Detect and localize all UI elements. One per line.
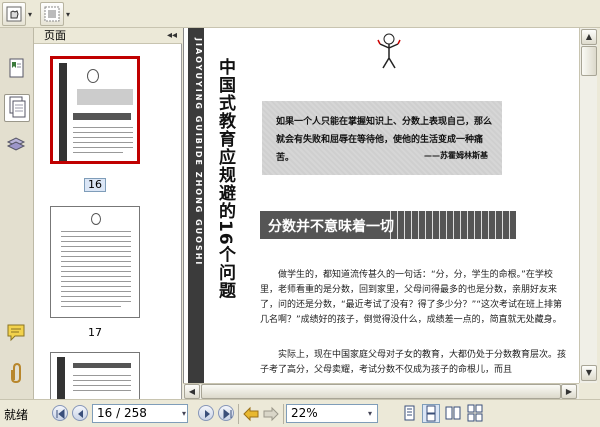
paperclip-icon [11, 362, 21, 384]
hand-tool-dropdown-icon[interactable]: ▾ [28, 10, 32, 19]
page-dropdown-icon[interactable]: ▾ [176, 404, 192, 423]
scroll-down-icon[interactable]: ▼ [581, 365, 597, 381]
forward-arrow-icon [263, 406, 279, 422]
bookmarks-icon [9, 58, 24, 78]
continuous-facing-icon [467, 404, 483, 422]
facing-pages-icon [445, 406, 461, 420]
pages-panel: 页面 ◂◂ 16 17 [34, 28, 182, 412]
hand-icon [6, 6, 22, 22]
toolbar: ▾ ▾ [0, 0, 600, 28]
marquee-icon [44, 6, 60, 22]
back-arrow-icon [243, 406, 259, 422]
separator [238, 404, 239, 424]
quote-line-2: 就会有失败和屈辱在等待他，使他的生活变成一种痛苦。 [276, 135, 484, 163]
separator [283, 404, 284, 424]
last-page-icon [223, 409, 232, 419]
horizontal-scroll-thumb[interactable] [201, 384, 561, 399]
horizontal-scrollbar[interactable]: ◀ ▶ [183, 383, 579, 399]
scroll-right-icon[interactable]: ▶ [561, 384, 577, 399]
pages-button[interactable] [4, 94, 30, 122]
statusbar: 就绪 16 / 258 ▾ 22% ▾ [0, 399, 600, 427]
go-forward-button[interactable] [262, 404, 280, 423]
page-thumbnail-16[interactable] [50, 56, 140, 164]
body-paragraph-1: 做学生的，都知道流传甚久的一句话：“分，分，学生的命根。”在学校里，老师看重的是… [260, 270, 562, 325]
next-page-button[interactable] [198, 405, 214, 421]
previous-page-button[interactable] [72, 405, 88, 421]
continuous-facing-view-button[interactable] [466, 404, 484, 423]
section-heading: 分数并不意味着一切 [268, 219, 394, 235]
hand-tool-button[interactable] [2, 2, 26, 26]
document-page: JIAOYUYING GUIBIDE ZHONG GUOSHI 中国式教育应规避… [184, 28, 579, 383]
body-paragraph-2: 实际上，现在中国家庭父母对子女的教育，大都仍处于分数教育层次。孩子考了高分，父母… [260, 350, 567, 375]
bookmarks-button[interactable] [4, 56, 30, 84]
marquee-tool-dropdown-icon[interactable]: ▾ [66, 10, 70, 19]
navigation-strip [0, 28, 34, 399]
attachments-button[interactable] [4, 360, 30, 388]
scroll-left-icon[interactable]: ◀ [184, 384, 200, 399]
section-heading-pattern [384, 211, 516, 239]
first-page-button[interactable] [52, 405, 68, 421]
cartoon-figure [377, 33, 401, 69]
zoom-dropdown-icon[interactable]: ▾ [362, 404, 378, 423]
first-page-icon [56, 409, 65, 419]
go-back-button[interactable] [242, 404, 260, 423]
single-page-view-button[interactable] [400, 404, 418, 423]
quote-line-1: 如果一个人只能在掌握知识上、分数上表现自己，那么 [276, 117, 493, 127]
page-number-field[interactable]: 16 / 258 [92, 404, 188, 423]
vertical-scroll-thumb[interactable] [581, 46, 597, 76]
single-page-icon [404, 405, 415, 421]
status-text: 就绪 [4, 408, 29, 422]
scrollbar-corner [579, 383, 597, 399]
continuous-page-icon [426, 405, 436, 422]
vertical-scrollbar[interactable]: ▲ ▼ [579, 28, 597, 383]
comment-icon [7, 324, 25, 342]
document-view[interactable]: JIAOYUYING GUIBIDE ZHONG GUOSHI 中国式教育应规避… [183, 28, 579, 383]
previous-page-icon [78, 410, 83, 418]
page-thumbnail-17[interactable] [50, 206, 140, 318]
chapter-english-title: JIAOYUYING GUIBIDE ZHONG GUOSHI [194, 38, 203, 267]
panel-header: 页面 [34, 28, 182, 44]
layers-icon [6, 137, 26, 151]
comments-button[interactable] [4, 320, 30, 348]
layers-button[interactable] [4, 132, 30, 160]
next-page-icon [205, 410, 210, 418]
quote-author: ——苏霍姆林斯基 [424, 151, 488, 160]
last-page-button[interactable] [218, 405, 234, 421]
facing-view-button[interactable] [444, 404, 462, 423]
page-thumbnail-label-16: 16 [84, 178, 106, 192]
pages-icon [9, 96, 26, 118]
page-thumbnail-label-17: 17 [88, 326, 102, 339]
continuous-view-button[interactable] [422, 404, 440, 423]
marquee-tool-button[interactable] [40, 2, 64, 26]
panel-collapse-icon[interactable]: ◂◂ [167, 28, 177, 43]
book-title: 中国式教育应规避的16个问题 [215, 58, 235, 300]
scroll-up-icon[interactable]: ▲ [581, 29, 597, 45]
panel-title: 页面 [44, 29, 66, 42]
